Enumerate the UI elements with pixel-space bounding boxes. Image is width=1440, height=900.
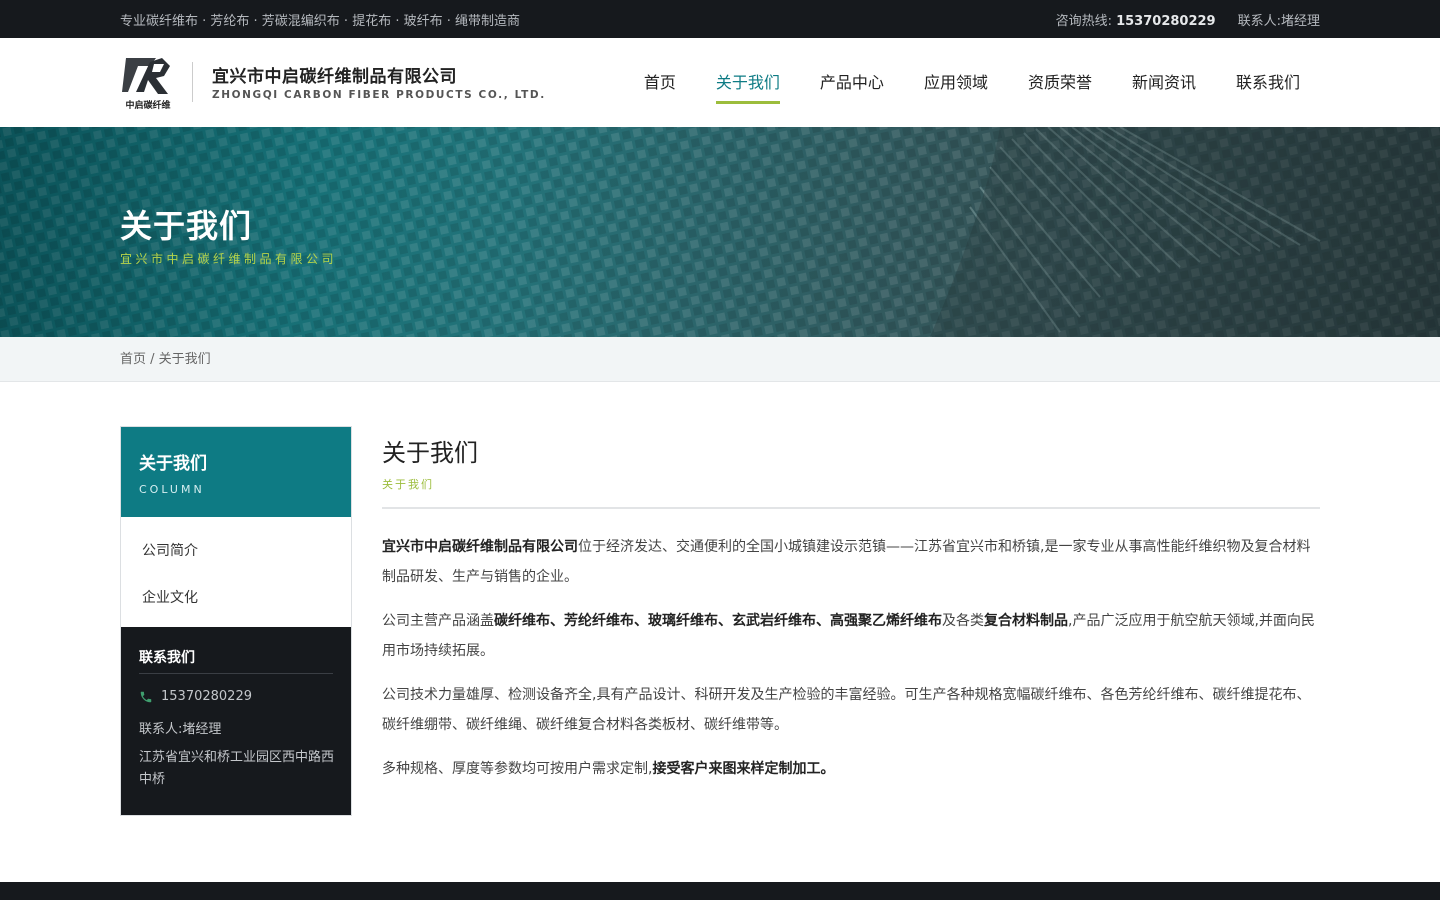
breadcrumb-current[interactable]: 关于我们 <box>159 352 211 367</box>
company-name-cn: 宜兴市中启碳纤维制品有限公司 <box>212 67 457 87</box>
contact-phone: 15370280229 <box>139 689 252 704</box>
hotline-number[interactable]: 15370280229 <box>1116 14 1216 29</box>
sidebar: 关于我们 COLUMN 公司简介 企业文化 联系我们 15370280229 联… <box>120 426 352 816</box>
contact-divider <box>139 673 333 674</box>
p2-mid: 及各类 <box>942 613 984 629</box>
sidebar-item-corporate-culture[interactable]: 企业文化 <box>142 587 198 607</box>
contact-label: 联系人: <box>1237 13 1281 29</box>
sidebar-item-company-profile[interactable]: 公司简介 <box>142 540 198 560</box>
banner-title: 关于我们 <box>120 207 253 245</box>
p4-bold: 接受客户来图来样定制加工。 <box>652 761 835 777</box>
p2-pre: 公司主营产品涵盖 <box>382 613 494 629</box>
phone-icon <box>140 691 152 702</box>
sidebar-title-en: COLUMN <box>139 483 205 496</box>
contact-phone-number[interactable]: 15370280229 <box>161 689 252 704</box>
nav-products[interactable]: 产品中心 <box>800 38 904 127</box>
contact-person-text: 联系人:堵经理 <box>139 722 222 737</box>
logo-caption: 中启碳纤维 <box>125 101 171 111</box>
company-name-en: ZHONGQI CARBON FIBER PRODUCTS CO., LTD. <box>212 89 546 101</box>
nav-contact[interactable]: 联系我们 <box>1216 38 1320 127</box>
breadcrumb: 首页 / 关于我们 <box>120 337 211 382</box>
main-nav: 首页 关于我们 产品中心 应用领域 资质荣誉 新闻资讯 联系我们 <box>624 38 1320 127</box>
intro-paragraph-2: 公司主营产品涵盖碳纤维布、芳纶纤维布、玻璃纤维布、玄武岩纤维布、高强聚乙烯纤维布… <box>382 606 1320 666</box>
breadcrumb-home[interactable]: 首页 <box>120 352 146 367</box>
breadcrumb-bar: 首页 / 关于我们 <box>0 337 1440 382</box>
intro-paragraph-4: 多种规格、厚度等参数均可按用户需求定制,接受客户来图来样定制加工。 <box>382 754 1320 784</box>
contact-person: 联系人:堵经理 <box>1238 10 1320 29</box>
p4-text: 多种规格、厚度等参数均可按用户需求定制, <box>382 761 653 777</box>
content-title: 关于我们 <box>382 439 478 467</box>
banner-subtitle: 宜兴市中启碳纤维制品有限公司 <box>120 252 338 266</box>
hotline: 咨询热线: 15370280229 <box>1056 10 1216 29</box>
nav-news[interactable]: 新闻资讯 <box>1112 38 1216 127</box>
hotline-label: 咨询热线: <box>1055 13 1112 29</box>
intro-paragraph-3: 公司技术力量雄厚、检测设备齐全,具有产品设计、科研开发及生产检验的丰富经验。可生… <box>382 687 1311 733</box>
content-divider <box>382 507 1320 509</box>
contact-address: 江苏省宜兴和桥工业园区西中路西中桥 <box>139 750 335 787</box>
nav-applications[interactable]: 应用领域 <box>904 38 1008 127</box>
company-logo[interactable]: 中启碳纤维 <box>120 52 176 112</box>
footer-strip <box>0 882 1440 900</box>
sidebar-title: 关于我们 <box>139 454 207 474</box>
logo-divider <box>192 62 193 102</box>
tagline: 专业碳纤维布 · 芳纶布 · 芳碳混编织布 · 提花布 · 玻纤布 · 绳带制造… <box>120 13 520 29</box>
nav-honors[interactable]: 资质荣誉 <box>1008 38 1112 127</box>
contact-name: 堵经理 <box>1280 13 1320 29</box>
page-banner: 关于我们 宜兴市中启碳纤维制品有限公司 <box>0 127 1440 337</box>
sidebar-contact: 联系我们 15370280229 联系人:堵经理 江苏省宜兴和桥工业园区西中路西… <box>121 627 351 815</box>
nav-about[interactable]: 关于我们 <box>696 38 800 127</box>
top-bar: 专业碳纤维布 · 芳纶布 · 芳碳混编织布 · 提花布 · 玻纤布 · 绳带制造… <box>0 0 1440 38</box>
contact-title: 联系我们 <box>139 650 195 666</box>
nav-home[interactable]: 首页 <box>624 38 696 127</box>
p1-company: 宜兴市中启碳纤维制品有限公司 <box>382 539 578 555</box>
p2-products: 碳纤维布、芳纶纤维布、玻璃纤维布、玄武岩纤维布、高强聚乙烯纤维布 <box>494 613 942 629</box>
breadcrumb-separator: / <box>146 352 159 367</box>
intro-paragraph-1: 宜兴市中启碳纤维制品有限公司位于经济发达、交通便利的全国小城镇建设示范镇——江苏… <box>382 532 1320 592</box>
site-header: 中启碳纤维 宜兴市中启碳纤维制品有限公司 ZHONGQI CARBON FIBE… <box>0 38 1440 127</box>
p2-composite: 复合材料制品 <box>984 613 1068 629</box>
sidebar-header: 关于我们 COLUMN <box>121 427 351 517</box>
content-subtitle: 关于我们 <box>382 478 434 491</box>
